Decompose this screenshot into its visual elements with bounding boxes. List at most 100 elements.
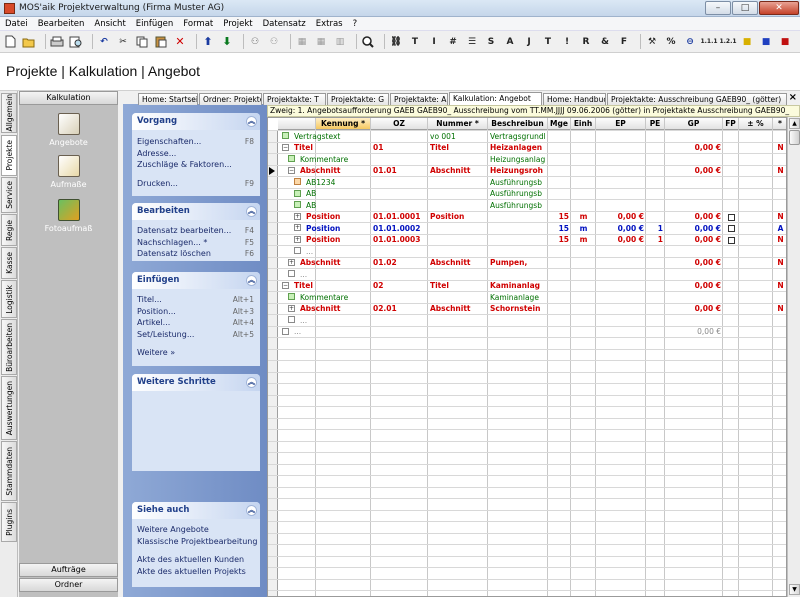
vtab-stammdaten[interactable]: Stammdaten <box>1 441 17 501</box>
format-hash-icon[interactable]: # <box>446 35 460 49</box>
cell-gp[interactable] <box>665 292 723 304</box>
task-group-einfuegen-header[interactable]: Einfügen ︽ <box>132 272 260 289</box>
cell-pe[interactable] <box>646 280 665 292</box>
cell-beschr[interactable]: Heizanlagen <box>488 142 548 154</box>
task-position[interactable]: Position... Alt+3 <box>132 306 260 318</box>
binoculars-icon[interactable]: ⚇ <box>248 35 262 49</box>
cell-einh[interactable] <box>571 257 596 269</box>
cell-gp[interactable] <box>665 131 723 143</box>
cell-nummer[interactable] <box>428 246 488 258</box>
cell-oz[interactable]: 01.01.0001 <box>371 211 428 223</box>
cell-oz[interactable] <box>371 131 428 143</box>
lock-blue-icon[interactable]: ■ <box>759 35 773 49</box>
cell-kennung[interactable]: Position <box>304 234 371 246</box>
cell-beschr[interactable]: Pumpen, <box>488 257 548 269</box>
cell-mge[interactable]: 15 <box>548 223 571 235</box>
cell-nummer[interactable] <box>428 154 488 166</box>
cell-star[interactable]: N <box>773 165 786 177</box>
cell-gp[interactable]: 0,00 € <box>665 280 723 292</box>
cell-einh[interactable] <box>571 131 596 143</box>
cell-fp[interactable] <box>723 211 739 223</box>
cell-gp[interactable]: 0,00 € <box>665 165 723 177</box>
task-datensatz-bearbeiten[interactable]: Datensatz bearbeiten... F4 <box>132 225 260 237</box>
cell-gp[interactable] <box>665 246 723 258</box>
cell-gp[interactable] <box>665 177 723 189</box>
tree-expander-icon[interactable]: − <box>282 281 289 289</box>
grid-icon[interactable]: ▦ <box>314 35 328 49</box>
cell-ep[interactable] <box>596 177 646 189</box>
cell-star[interactable] <box>773 292 786 304</box>
cell-star[interactable] <box>773 177 786 189</box>
link-icon[interactable]: ⊖ <box>683 35 697 49</box>
format-excl-icon[interactable]: ! <box>560 35 574 49</box>
cell-star[interactable] <box>773 246 786 258</box>
cell-nummer[interactable]: Position <box>428 211 488 223</box>
cell-oz[interactable]: 01 <box>371 142 428 154</box>
collapse-icon[interactable]: ︽ <box>246 116 257 127</box>
cell-ep[interactable] <box>596 292 646 304</box>
cell-mge[interactable] <box>548 269 571 281</box>
tab-projektakte-g[interactable]: Projektakte: G <box>327 93 389 105</box>
cell-star[interactable] <box>773 200 786 212</box>
vtab-regie[interactable]: Regie <box>1 214 17 246</box>
cell-pe[interactable] <box>646 177 665 189</box>
cell-ep[interactable]: 0,00 € <box>596 234 646 246</box>
cell-kennung[interactable]: Titel <box>292 280 371 292</box>
cell-kennung[interactable]: Position <box>304 223 371 235</box>
cell-einh[interactable] <box>571 165 596 177</box>
task-plugins[interactable] <box>132 445 260 457</box>
cell-einh[interactable]: m <box>571 234 596 246</box>
column-header-gp[interactable]: GP <box>665 118 723 130</box>
cell-oz[interactable] <box>371 177 428 189</box>
tree-expander-icon[interactable]: + <box>294 235 301 243</box>
cell-pct[interactable] <box>739 223 773 235</box>
cell-pe[interactable] <box>646 292 665 304</box>
cell-beschr[interactable]: Ausführungsb <box>488 177 548 189</box>
cell-nummer[interactable]: Abschnitt <box>428 303 488 315</box>
cell-fp[interactable] <box>723 142 739 154</box>
tab-projektakte-t[interactable]: Projektakte: T <box>263 93 326 105</box>
cut-icon[interactable]: ✂ <box>116 35 130 49</box>
cell-fp[interactable] <box>723 200 739 212</box>
cell-beschr[interactable] <box>488 315 548 327</box>
column-header-fp[interactable]: FP <box>723 118 739 130</box>
format-j-icon[interactable]: J <box>522 35 536 49</box>
cell-pct[interactable] <box>739 200 773 212</box>
cell-pe[interactable] <box>646 165 665 177</box>
cell-fp[interactable] <box>723 246 739 258</box>
task-eigenschaften[interactable]: Eigenschaften... F8 <box>132 136 260 148</box>
cell-ep[interactable] <box>596 154 646 166</box>
cell-mge[interactable] <box>548 200 571 212</box>
cell-einh[interactable] <box>571 303 596 315</box>
renumber-icon[interactable]: 1.2.1 <box>719 35 736 49</box>
cell-mge[interactable]: 15 <box>548 211 571 223</box>
task-klassische-bearbeitung[interactable]: Klassische Projektbearbeitung <box>132 536 260 548</box>
cell-pct[interactable] <box>739 131 773 143</box>
cell-ep[interactable] <box>596 131 646 143</box>
cell-einh[interactable] <box>571 246 596 258</box>
cell-pe[interactable] <box>646 315 665 327</box>
cell-mge[interactable] <box>548 165 571 177</box>
cell-beschr[interactable] <box>488 326 548 338</box>
column-header-einh[interactable]: Einh <box>571 118 596 130</box>
vtab-projekte[interactable]: Projekte <box>1 135 17 176</box>
cell-mge[interactable] <box>548 303 571 315</box>
cell-nummer[interactable] <box>428 234 488 246</box>
cell-kennung[interactable]: Abschnitt <box>298 257 371 269</box>
cell-einh[interactable] <box>571 326 596 338</box>
cell-pct[interactable] <box>739 292 773 304</box>
cell-star[interactable]: N <box>773 142 786 154</box>
cell-kennung[interactable]: AB1234 <box>304 177 371 189</box>
lock-yellow-icon[interactable]: ■ <box>740 35 754 49</box>
menu-extras[interactable]: Extras <box>311 19 348 29</box>
column-header-oz[interactable]: OZ <box>371 118 428 130</box>
task-set-leistung[interactable]: Set/Leistung... Alt+5 <box>132 329 260 341</box>
cell-pe[interactable] <box>646 326 665 338</box>
cell-ep[interactable] <box>596 257 646 269</box>
cell-nummer[interactable] <box>428 223 488 235</box>
cell-einh[interactable]: m <box>571 211 596 223</box>
move-down-icon[interactable]: ⬇ <box>220 35 234 49</box>
cell-mge[interactable] <box>548 280 571 292</box>
cell-kennung[interactable]: AB <box>304 200 371 212</box>
cell-fp[interactable] <box>723 154 739 166</box>
